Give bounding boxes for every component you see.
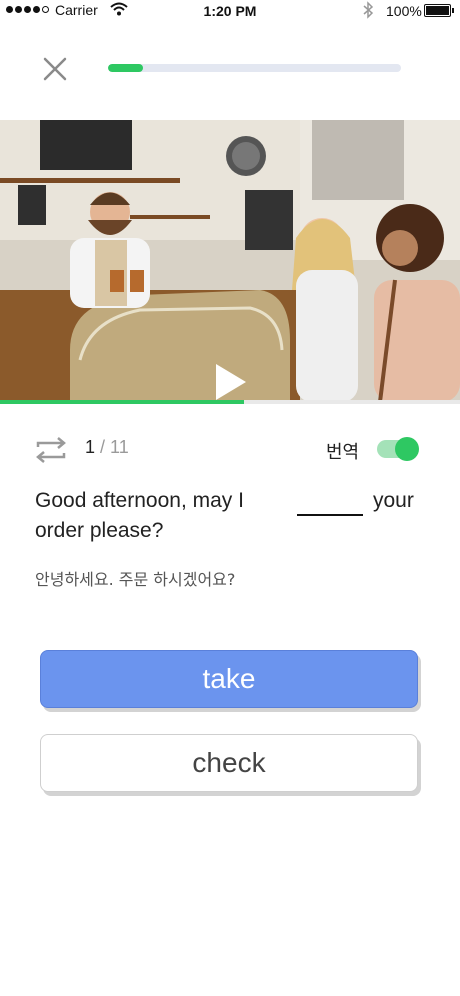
sentence-counter: 1 / 11: [85, 437, 129, 458]
status-bar: Carrier 1:20 PM 100%: [0, 0, 460, 22]
lesson-progress-bar: [108, 64, 401, 72]
battery-icon: [424, 4, 451, 17]
close-icon: [43, 57, 67, 81]
play-icon[interactable]: [210, 360, 250, 402]
current-index: 1: [85, 437, 96, 457]
repeat-icon[interactable]: [34, 435, 68, 465]
translate-toggle[interactable]: [377, 437, 419, 461]
sentence-before-blank: Good afternoon, may I order please?: [35, 489, 244, 542]
answer-button-take[interactable]: take: [40, 650, 418, 708]
video-progress-fill: [0, 400, 244, 404]
close-button[interactable]: [40, 54, 70, 84]
lesson-progress-fill: [108, 64, 144, 72]
answer-button-check[interactable]: check: [40, 734, 418, 792]
toggle-knob: [395, 437, 419, 461]
bluetooth-icon: [362, 1, 374, 22]
total-count: / 11: [100, 437, 129, 457]
sentence-translation: 안녕하세요. 주문 하시겠어요?: [35, 570, 236, 589]
video-player[interactable]: [0, 120, 460, 402]
video-progress-bar[interactable]: [0, 400, 460, 404]
battery-percent: 100%: [386, 3, 422, 19]
sentence-after-blank: your: [373, 489, 414, 512]
translate-label: 번역: [326, 442, 360, 463]
answer-blank: [297, 514, 363, 516]
